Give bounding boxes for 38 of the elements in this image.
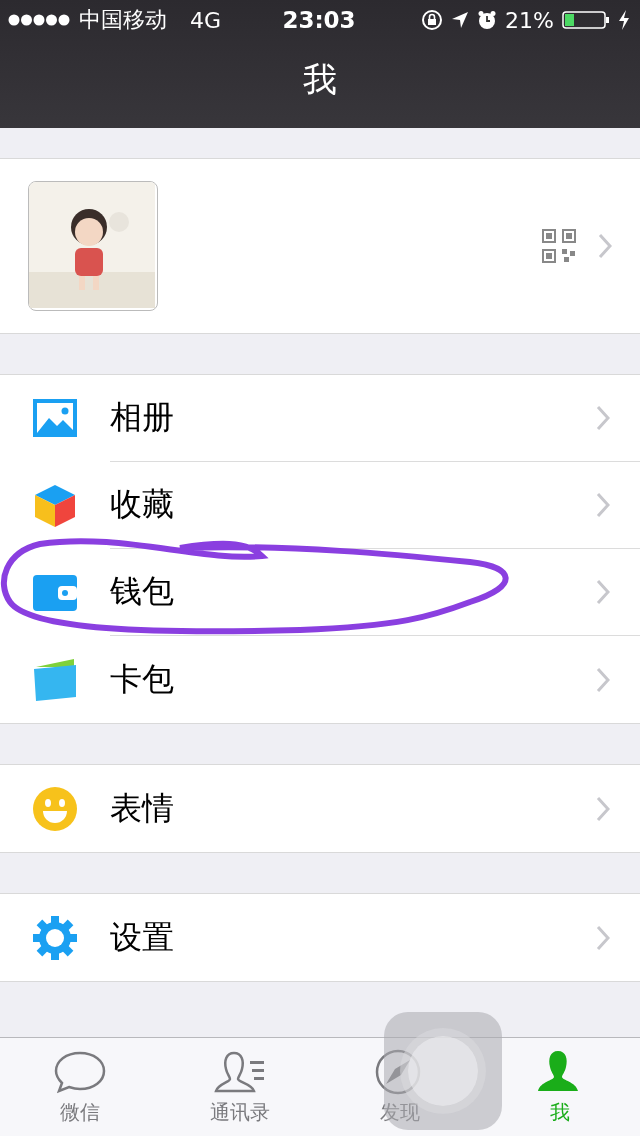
menu-item[interactable]: 表情 <box>0 765 640 852</box>
settings-icon <box>32 914 78 961</box>
carrier-name: 中国移动 <box>79 6 167 34</box>
menu-item[interactable]: 卡包 <box>0 636 640 723</box>
menu-item[interactable]: 相册 <box>0 375 640 462</box>
qr-code-icon <box>542 229 576 263</box>
menu-item[interactable]: 钱包 <box>0 549 640 636</box>
page-title: 我 <box>302 58 338 101</box>
alarm-icon <box>477 10 498 30</box>
chevron-icon <box>596 795 610 822</box>
battery-percent: 21% <box>505 7 554 33</box>
chevron-icon <box>596 924 610 951</box>
tab[interactable]: 通讯录 <box>160 1038 320 1136</box>
profile-card[interactable] <box>0 158 640 334</box>
tab[interactable]: 微信 <box>0 1038 160 1136</box>
chevron-icon <box>596 579 610 605</box>
card-icon <box>32 656 78 703</box>
menu-label: 设置 <box>110 916 174 958</box>
signal-icon <box>8 13 70 27</box>
battery-icon <box>562 10 610 30</box>
clock-time: 23:03 <box>282 7 356 33</box>
menu-label: 卡包 <box>110 658 174 700</box>
rotation-lock-icon <box>421 9 444 31</box>
chevron-icon <box>598 233 612 259</box>
menu-label: 表情 <box>110 787 174 829</box>
chevron-icon <box>596 492 610 518</box>
menu-label: 收藏 <box>110 484 174 525</box>
smiley-icon <box>32 785 78 832</box>
menu-item[interactable]: 设置 <box>0 894 640 981</box>
menu-item[interactable]: 收藏 <box>0 462 640 549</box>
charging-icon <box>618 10 630 30</box>
menu-label: 相册 <box>110 397 174 438</box>
chevron-icon <box>596 666 610 693</box>
chevron-icon <box>596 405 610 431</box>
network-type: 4G <box>190 7 222 33</box>
cube-icon <box>32 482 78 529</box>
menu-label: 钱包 <box>110 571 174 612</box>
location-arrow-icon <box>451 11 470 29</box>
